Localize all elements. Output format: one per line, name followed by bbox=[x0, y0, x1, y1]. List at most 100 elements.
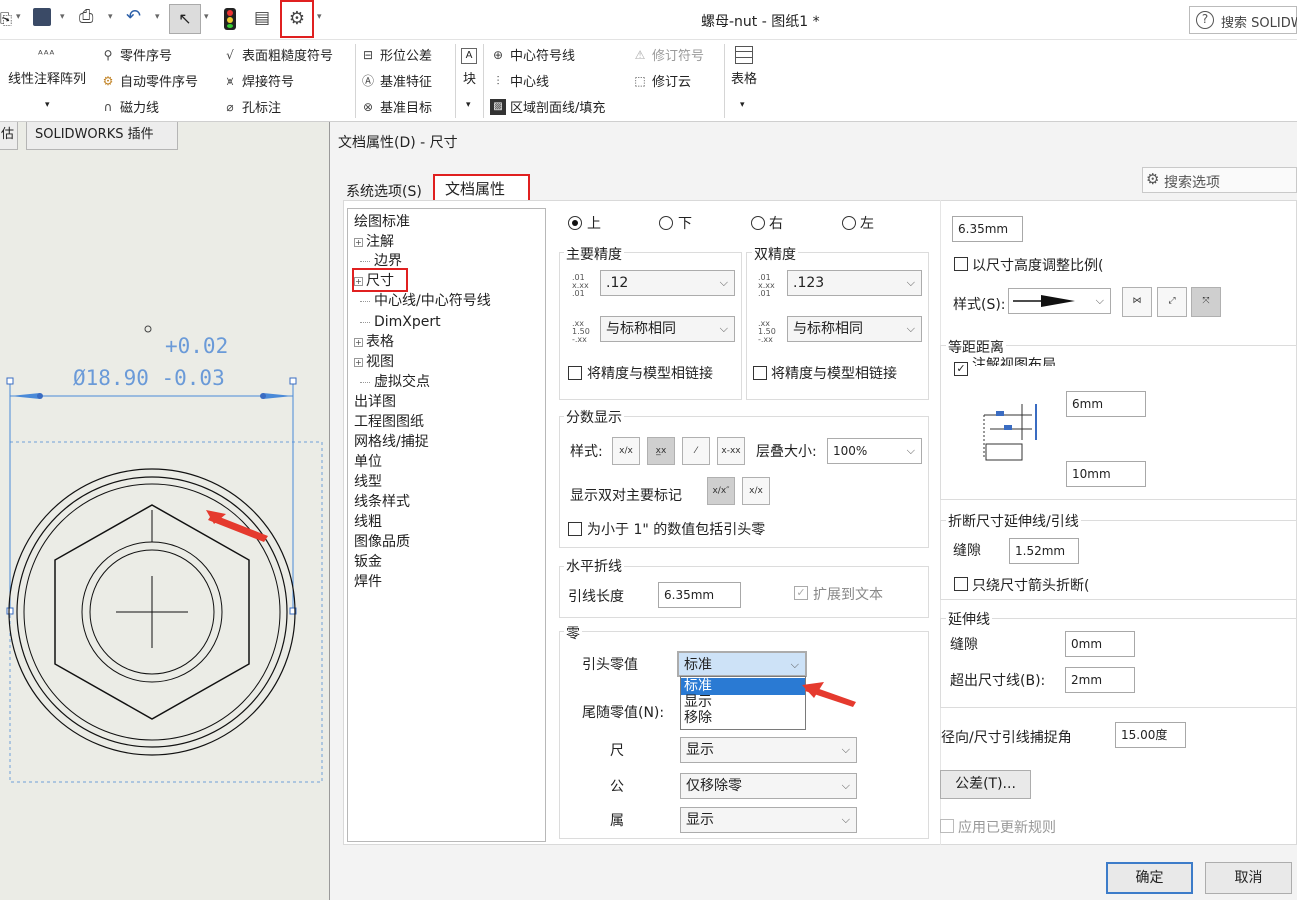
annotation-view-layout-checkbox[interactable]: ✓ bbox=[954, 362, 968, 376]
chevron-down-icon[interactable]: ▾ bbox=[466, 100, 471, 110]
dual-precision-select[interactable]: .123 ⌵ bbox=[787, 270, 922, 296]
offset-from-dimension-input[interactable]: 10mm bbox=[1066, 461, 1146, 487]
undo-icon[interactable]: ↶ bbox=[126, 6, 141, 27]
block-button[interactable]: 块 bbox=[463, 68, 476, 87]
linear-note-array-button[interactable]: 线性注释阵列 bbox=[8, 68, 86, 87]
chevron-down-icon[interactable]: ▾ bbox=[204, 12, 209, 22]
tree-item[interactable]: + 视图 bbox=[354, 353, 394, 371]
offset-from-model-input[interactable]: 6mm bbox=[1066, 391, 1146, 417]
chevron-down-icon[interactable]: ▾ bbox=[16, 12, 21, 22]
position-bottom-radio[interactable] bbox=[659, 216, 673, 230]
scale-with-height-checkbox[interactable] bbox=[954, 257, 968, 271]
position-left-radio[interactable] bbox=[842, 216, 856, 230]
tolerance-button[interactable]: 公差(T)... bbox=[940, 770, 1031, 799]
part-number-button[interactable]: ⚲ 零件序号 bbox=[100, 45, 172, 65]
property-tree[interactable]: 绘图标准 + 注解 边界 + 尺寸 中心线/中心符号线 DimXpert + 表格 + 视图 虚拟交点出… bbox=[347, 208, 546, 842]
dual-tolerance-precision-select[interactable]: 与标称相同 ⌵ bbox=[787, 316, 922, 342]
weld-symbol-button[interactable]: ⩙ 焊接符号 bbox=[222, 71, 294, 91]
traffic-light-icon[interactable] bbox=[224, 8, 236, 30]
auto-part-number-button[interactable]: ⚙ 自动零件序号 bbox=[100, 71, 198, 91]
primary-tolerance-precision-select[interactable]: 与标称相同 ⌵ bbox=[600, 316, 735, 342]
tab-evaluate[interactable]: 估 bbox=[0, 122, 18, 150]
tree-item[interactable]: DimXpert bbox=[360, 313, 441, 331]
stack-size-select[interactable]: 100% ⌵ bbox=[827, 438, 922, 464]
revision-symbol-button[interactable]: ⚠ 修订符号 bbox=[632, 45, 704, 65]
area-hatch-button[interactable]: ▨ 区域剖面线/填充 bbox=[490, 97, 605, 116]
tree-item[interactable]: + 注解 bbox=[354, 233, 394, 251]
tree-item[interactable]: 虚拟交点 bbox=[360, 373, 430, 391]
leading-zeros-select[interactable]: 标准 ⌵ bbox=[677, 651, 807, 677]
datum-target-button[interactable]: ⊗ 基准目标 bbox=[360, 97, 432, 117]
extension-gap-input[interactable]: 0mm bbox=[1065, 631, 1135, 657]
arrow-inside-button[interactable]: ⤢ bbox=[1157, 287, 1187, 317]
leader-length-input[interactable]: 6.35mm bbox=[658, 582, 741, 608]
file-properties-icon[interactable]: ▤ bbox=[254, 8, 270, 28]
break-around-arrows-checkbox[interactable] bbox=[954, 577, 968, 591]
text-height-input[interactable]: 6.35mm bbox=[952, 216, 1023, 242]
tree-item[interactable]: 图像品质 bbox=[354, 533, 410, 551]
fraction-style-slash-button[interactable]: ⁄ bbox=[682, 437, 710, 465]
center-mark-button[interactable]: ⊕ 中心符号线 bbox=[490, 45, 575, 65]
surface-finish-button[interactable]: √ 表面粗糙度符号 bbox=[222, 45, 333, 65]
hole-callout-button[interactable]: ⌀ 孔标注 bbox=[222, 97, 281, 117]
arrow-style-select[interactable]: ⌵ bbox=[1008, 288, 1111, 314]
print-icon[interactable]: ⎙ bbox=[79, 6, 93, 27]
select-pointer-icon[interactable]: ↖ bbox=[169, 4, 201, 34]
chevron-down-icon[interactable]: ▾ bbox=[45, 100, 50, 110]
tab-solidworks-addins[interactable]: SOLIDWORKS 插件 bbox=[26, 122, 178, 150]
chevron-down-icon[interactable]: ▾ bbox=[60, 12, 65, 22]
chevron-down-icon[interactable]: ▾ bbox=[317, 12, 322, 22]
ok-button[interactable]: 确定 bbox=[1106, 862, 1193, 894]
tree-item[interactable]: 钣金 bbox=[354, 553, 382, 571]
beyond-dim-line-input[interactable]: 2mm bbox=[1065, 667, 1135, 693]
leading-zeros-dropdown-list[interactable]: 标准 显示 移除 bbox=[680, 676, 806, 730]
expand-icon[interactable]: + bbox=[354, 338, 363, 347]
cancel-button[interactable]: 取消 bbox=[1205, 862, 1292, 894]
datum-feature-button[interactable]: Ⓐ 基准特征 bbox=[360, 71, 432, 91]
apply-updated-rules-checkbox[interactable] bbox=[940, 819, 954, 833]
save-icon[interactable] bbox=[33, 8, 51, 26]
arrow-smart-button[interactable]: ⤧ bbox=[1191, 287, 1221, 317]
radial-snap-angle-input[interactable]: 15.00度 bbox=[1115, 722, 1186, 748]
diameter-dimension-text[interactable]: Ø18.90 -0.03 bbox=[73, 366, 225, 390]
dropdown-option-show[interactable]: 显示 bbox=[681, 695, 805, 711]
expand-icon[interactable]: + bbox=[354, 358, 363, 367]
tree-item[interactable]: 焊件 bbox=[354, 573, 382, 591]
options-gear-icon[interactable]: ⚙ bbox=[280, 0, 314, 38]
centerline-button[interactable]: ⫶ 中心线 bbox=[490, 71, 549, 91]
primary-precision-select[interactable]: .12 ⌵ bbox=[600, 270, 735, 296]
fraction-style-inline-button[interactable]: x-xx bbox=[717, 437, 745, 465]
tree-item[interactable]: 线粗 bbox=[354, 513, 382, 531]
tree-item[interactable]: 出详图 bbox=[354, 393, 396, 411]
fraction-style-stacked-button[interactable]: x̲x bbox=[647, 437, 675, 465]
tree-item[interactable]: 单位 bbox=[354, 453, 382, 471]
magnetic-line-button[interactable]: ∩ 磁力线 bbox=[100, 97, 159, 117]
tree-item[interactable]: 网格线/捕捉 bbox=[354, 433, 429, 451]
revision-cloud-button[interactable]: ⬚ 修订云 bbox=[632, 71, 691, 91]
trailing-prop-select[interactable]: 显示 ⌵ bbox=[680, 807, 857, 833]
tree-item[interactable]: + 表格 bbox=[354, 333, 394, 351]
position-right-radio[interactable] bbox=[751, 216, 765, 230]
trailing-dim-select[interactable]: 显示 ⌵ bbox=[680, 737, 857, 763]
open-icon[interactable]: ⎘ bbox=[0, 10, 12, 28]
help-search-box[interactable]: ? 搜索 SOLIDW bbox=[1189, 6, 1297, 34]
tolerance-upper-text[interactable]: +0.02 bbox=[165, 334, 228, 358]
chevron-down-icon[interactable]: ▾ bbox=[108, 12, 113, 22]
expand-icon[interactable]: + bbox=[354, 238, 363, 247]
dual-marks-on-button[interactable]: x/x″ bbox=[707, 477, 735, 505]
drawing-canvas[interactable]: +0.02 Ø18.90 -0.03 bbox=[0, 122, 330, 900]
arrow-outside-button[interactable]: ⋈ bbox=[1122, 287, 1152, 317]
table-button[interactable]: 表格 bbox=[731, 68, 757, 87]
gtol-button[interactable]: ⊟ 形位公差 bbox=[360, 45, 432, 65]
leading-zero-inch-checkbox[interactable] bbox=[568, 522, 582, 536]
extend-to-text-checkbox[interactable]: ✓ bbox=[794, 586, 808, 600]
break-gap-input[interactable]: 1.52mm bbox=[1009, 538, 1079, 564]
tree-item[interactable]: 线型 bbox=[354, 473, 382, 491]
tree-item[interactable]: 线条样式 bbox=[354, 493, 410, 511]
fraction-style-diagonal-button[interactable]: x/x bbox=[612, 437, 640, 465]
tree-item[interactable]: 工程图图纸 bbox=[354, 413, 424, 431]
chevron-down-icon[interactable]: ▾ bbox=[155, 12, 160, 22]
chevron-down-icon[interactable]: ▾ bbox=[740, 100, 745, 110]
dropdown-option-standard[interactable]: 标准 bbox=[681, 678, 805, 695]
dual-marks-off-button[interactable]: x/x bbox=[742, 477, 770, 505]
